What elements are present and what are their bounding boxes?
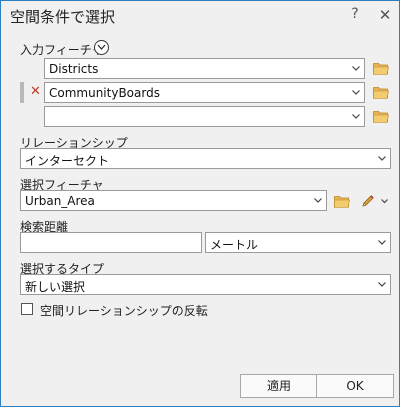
remove-row-button[interactable]: ✕	[30, 84, 41, 99]
folder-icon[interactable]	[373, 86, 389, 99]
selecting-features-value: Urban_Area	[25, 194, 95, 208]
input-feature-value-2: CommunityBoards	[49, 86, 160, 100]
selecting-features-dropdown[interactable]: Urban_Area	[20, 190, 327, 211]
select-by-location-dialog: 空間条件で選択 ? ✕ 入力フィーチャ Districts ✕ Communit…	[0, 0, 400, 407]
input-feature-value-1: Districts	[49, 62, 99, 76]
dialog-title: 空間条件で選択	[10, 8, 116, 26]
invert-relationship-checkbox[interactable]	[21, 303, 33, 315]
selection-type-dropdown[interactable]: 新しい選択	[20, 274, 391, 295]
distance-unit-dropdown[interactable]: メートル	[205, 232, 391, 253]
search-distance-input[interactable]	[20, 232, 202, 253]
input-feature-dropdown-2[interactable]: CommunityBoards	[44, 82, 365, 103]
input-feature-dropdown-1[interactable]: Districts	[44, 58, 365, 79]
chevron-down-icon	[352, 114, 360, 119]
help-button[interactable]: ?	[347, 6, 363, 22]
pencil-icon[interactable]	[360, 193, 376, 209]
input-features-label: 入力フィーチャ	[20, 43, 104, 57]
chevron-down-icon[interactable]	[381, 199, 388, 204]
selection-type-value: 新しい選択	[25, 280, 86, 294]
relationship-dropdown[interactable]: インターセクト	[20, 148, 391, 169]
title-bar: 空間条件で選択 ? ✕	[1, 1, 399, 31]
folder-icon[interactable]	[373, 62, 389, 75]
relationship-value: インターセクト	[25, 154, 110, 168]
ok-button[interactable]: OK	[316, 374, 394, 398]
chevron-down-icon	[378, 282, 386, 287]
folder-icon[interactable]	[334, 195, 350, 208]
expand-options-button[interactable]	[94, 40, 109, 55]
selected-row-marker	[20, 82, 24, 103]
chevron-down-icon	[314, 198, 322, 203]
chevron-down-icon	[378, 156, 386, 161]
apply-button[interactable]: 適用	[240, 374, 318, 398]
input-feature-dropdown-3[interactable]	[44, 106, 365, 127]
chevron-down-icon	[352, 90, 360, 95]
chevron-down-icon	[97, 44, 106, 50]
chevron-down-icon	[352, 66, 360, 71]
close-button[interactable]: ✕	[377, 6, 393, 24]
folder-icon[interactable]	[373, 110, 389, 123]
chevron-down-icon	[378, 240, 386, 245]
invert-relationship-label: 空間リレーションシップの反転	[40, 304, 208, 318]
distance-unit-value: メートル	[210, 238, 259, 252]
